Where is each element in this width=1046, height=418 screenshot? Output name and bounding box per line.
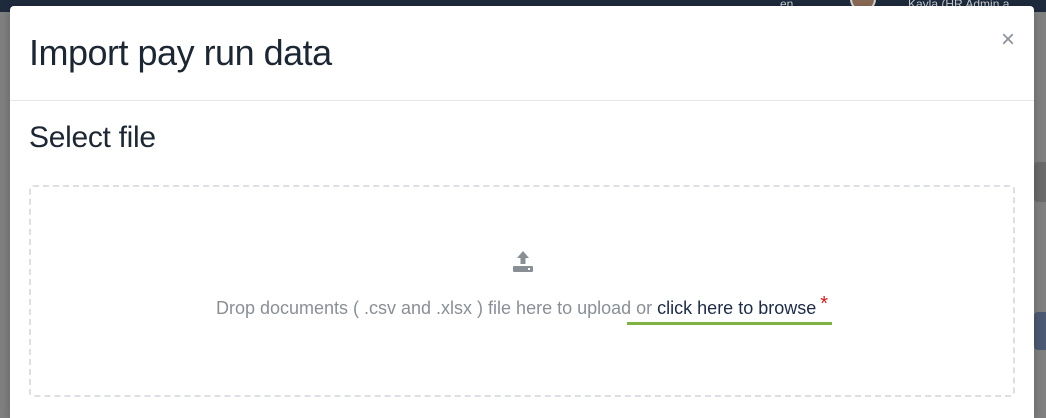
upload-icon <box>513 251 533 272</box>
modal-header: Import pay run data × <box>10 6 1034 101</box>
backdrop-element <box>1034 162 1046 202</box>
import-modal: Import pay run data × Select file Drop d… <box>10 6 1034 418</box>
modal-title: Import pay run data <box>29 32 332 73</box>
file-dropzone[interactable]: Drop documents ( .csv and .xlsx ) file h… <box>29 185 1015 397</box>
section-title: Select file <box>29 121 156 154</box>
browse-link-underline <box>627 322 832 325</box>
backdrop-element <box>1034 312 1046 350</box>
required-indicator: * <box>820 293 829 315</box>
browse-link[interactable]: click here to browse <box>657 298 816 318</box>
close-button[interactable]: × <box>996 28 1020 52</box>
dropzone-instructions: Drop documents ( .csv and .xlsx ) file h… <box>31 293 1013 320</box>
close-icon: × <box>1000 26 1015 53</box>
dropzone-text: Drop documents ( .csv and .xlsx ) file h… <box>215 298 653 318</box>
